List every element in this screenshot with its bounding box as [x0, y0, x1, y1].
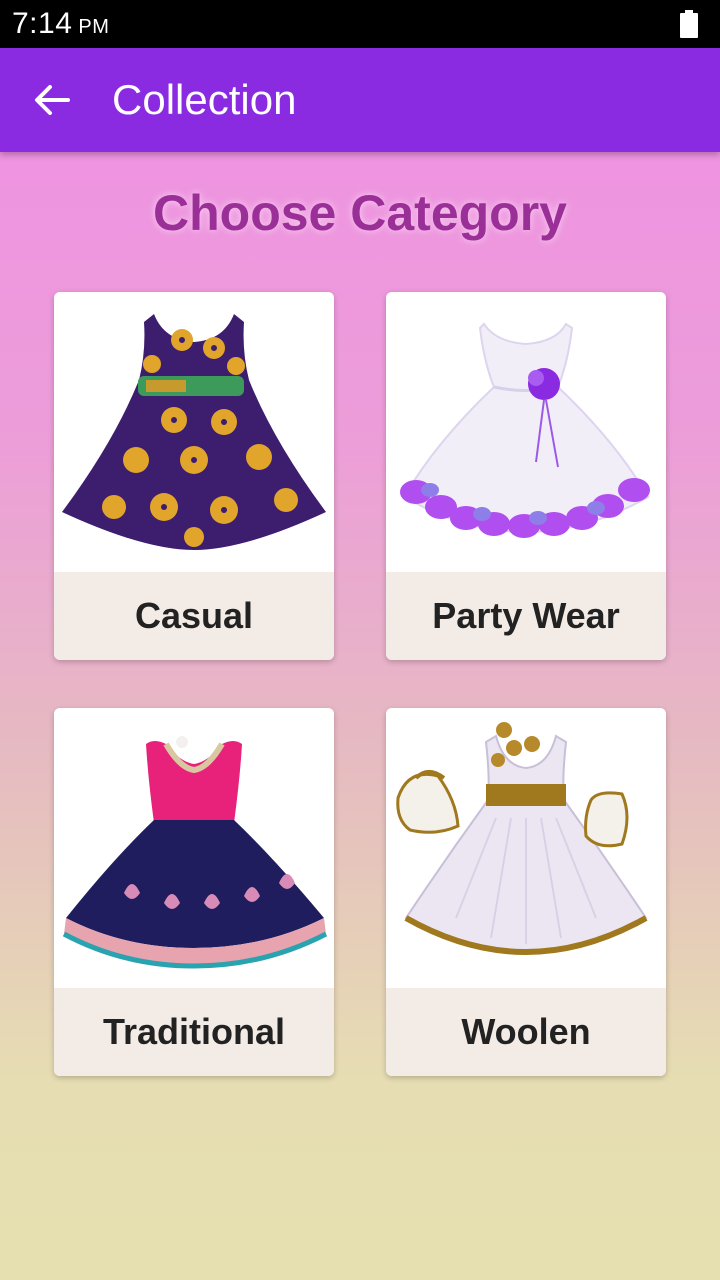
- status-time-value: 7:14: [12, 7, 73, 40]
- status-bar: 7:14 PM: [0, 0, 720, 48]
- app-bar: Collection: [0, 48, 720, 152]
- category-card-party-wear[interactable]: Party Wear: [386, 292, 666, 660]
- category-card-woolen[interactable]: Woolen: [386, 708, 666, 1076]
- back-button[interactable]: [0, 48, 104, 152]
- section-heading: Choose Category: [153, 185, 567, 241]
- category-card-casual[interactable]: Casual: [54, 292, 334, 660]
- category-label-traditional: Traditional: [54, 988, 334, 1076]
- status-time-ampm: PM: [78, 16, 110, 38]
- traditional-dress-image: [54, 708, 334, 988]
- category-label-casual: Casual: [54, 572, 334, 660]
- woolen-dress-image: [386, 708, 666, 988]
- arrow-left-icon: [35, 85, 70, 115]
- page-title: Collection: [112, 76, 297, 123]
- party-wear-dress-image: [386, 292, 666, 572]
- category-label-woolen: Woolen: [386, 988, 666, 1076]
- battery-icon: [680, 10, 698, 38]
- status-time: 7:14 PM: [12, 7, 109, 41]
- category-card-traditional[interactable]: Traditional: [54, 708, 334, 1076]
- casual-dress-image: [54, 292, 334, 572]
- category-label-party-wear: Party Wear: [386, 572, 666, 660]
